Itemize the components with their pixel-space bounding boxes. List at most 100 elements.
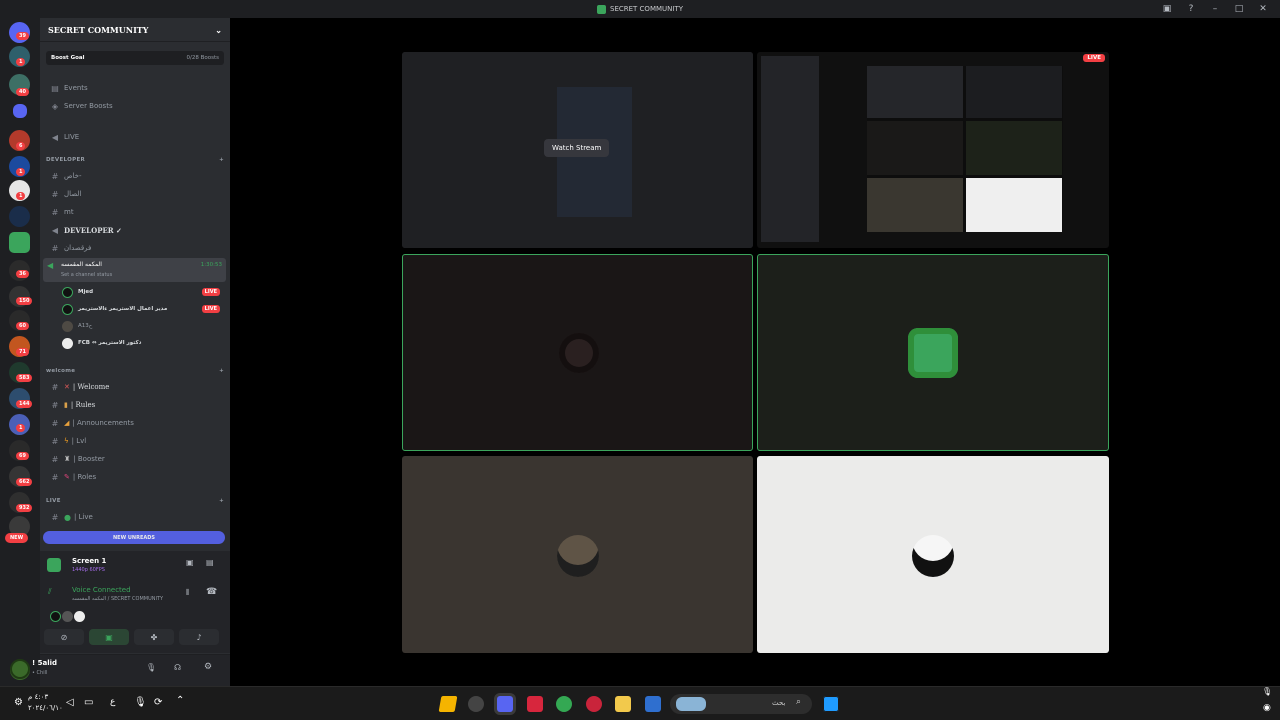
- scroll-icon: ▮: [64, 401, 68, 409]
- minimize-button[interactable]: –: [1208, 4, 1222, 14]
- microphone-icon[interactable]: 🎙: [146, 663, 156, 672]
- stream-thumb: [867, 121, 963, 175]
- channel-roles[interactable]: # ✎ | Roles: [46, 469, 224, 485]
- screen-share-button[interactable]: ▣: [89, 629, 129, 645]
- add-channel-icon[interactable]: +: [219, 368, 224, 374]
- disconnect-icon[interactable]: ☎: [206, 587, 217, 597]
- time-label[interactable]: ٤:٠٣ م: [28, 693, 48, 701]
- voice-connected-label[interactable]: Voice Connected: [72, 586, 131, 594]
- desktop-corner-icon[interactable]: ◉: [1263, 703, 1271, 713]
- voice-user[interactable]: مدير اعمال الاستريمر ءالاستريمر LIVE: [62, 302, 224, 316]
- channel-rules[interactable]: # ▮ | Rules: [46, 397, 224, 413]
- channel-dev-4[interactable]: # فرقصدان: [46, 240, 224, 256]
- pin-icon: ✎: [64, 473, 70, 481]
- chevron-down-icon: ⌄: [215, 24, 222, 35]
- chrome-icon[interactable]: [556, 696, 572, 712]
- events-item[interactable]: ▤ Events: [46, 80, 224, 96]
- user-avatar-circle[interactable]: [10, 659, 30, 679]
- stream-tile-preview[interactable]: Watch Stream: [402, 52, 753, 248]
- channel-booster[interactable]: # ♜ | Booster: [46, 451, 224, 467]
- voice-channel-status[interactable]: Set a channel status: [61, 272, 112, 278]
- headset-icon[interactable]: ☊: [174, 663, 181, 672]
- discord-app-icon[interactable]: [497, 696, 513, 712]
- app-icon[interactable]: [468, 696, 484, 712]
- participant-tile[interactable]: [402, 254, 753, 451]
- stream-tile-live[interactable]: LIVE: [757, 52, 1109, 248]
- watch-stream-button[interactable]: Watch Stream: [544, 139, 610, 157]
- settings-gear-icon[interactable]: ⚙: [204, 662, 212, 672]
- guild-icon[interactable]: [9, 206, 30, 227]
- language-indicator[interactable]: ع: [110, 697, 115, 707]
- notification-icon[interactable]: ⚙: [14, 697, 23, 708]
- windows-start-icon[interactable]: [823, 696, 839, 712]
- participant-avatar: [557, 535, 599, 577]
- search-input[interactable]: بحث ⌕: [670, 694, 812, 714]
- speaker-icon: ◀: [47, 261, 54, 270]
- voice-user[interactable]: FCB ⇔ دكتور الاستريمر: [62, 336, 224, 350]
- date-label[interactable]: ٢٠٢٤/٠٦/١٠: [28, 704, 63, 712]
- help-icon[interactable]: ?: [1184, 4, 1198, 14]
- channel-dev-1[interactable]: # خاص-: [46, 168, 224, 184]
- user-status: • Chill: [32, 670, 48, 676]
- hash-icon: #: [51, 382, 59, 392]
- network-icon[interactable]: ▭: [84, 697, 93, 708]
- channel-lvl[interactable]: # ϟ | Lvl: [46, 433, 224, 449]
- channel-announcements[interactable]: # ◢ | Announcements: [46, 415, 224, 431]
- popout-icon[interactable]: ▤: [206, 558, 214, 567]
- participant-tile[interactable]: [402, 456, 753, 653]
- channel-live[interactable]: ◀ LIVE: [46, 129, 224, 145]
- hash-icon: #: [51, 472, 59, 482]
- inbox-icon[interactable]: ▣: [1160, 4, 1174, 14]
- hash-icon: #: [51, 400, 59, 410]
- channel-dev-3[interactable]: # mt: [46, 204, 224, 220]
- new-badge[interactable]: NEW: [5, 533, 29, 543]
- username[interactable]: ! 5alid: [32, 659, 57, 667]
- stream-settings-icon[interactable]: ▣: [186, 558, 194, 567]
- boost-goal-label: Boost Goal: [51, 55, 85, 61]
- active-voice-channel[interactable]: ◀ المكمه المقمسه Set a channel status 1:…: [43, 258, 226, 282]
- maximize-button[interactable]: □: [1232, 4, 1246, 14]
- server-boosts-item[interactable]: ◈ Server Boosts: [46, 98, 224, 114]
- add-channel-icon[interactable]: +: [219, 498, 224, 504]
- activities-button[interactable]: ✤: [134, 629, 174, 645]
- category-welcome[interactable]: welcome +: [46, 368, 224, 374]
- voice-connection-path[interactable]: المكمه المقمسه / SECRET COMMUNITY: [72, 596, 163, 602]
- boost-goal-bar[interactable]: Boost Goal 0/28 Boosts: [46, 51, 224, 65]
- folder-icon[interactable]: [13, 104, 27, 118]
- close-button[interactable]: ✕: [1256, 4, 1270, 14]
- chevron-up-icon[interactable]: ⌃: [176, 695, 184, 706]
- noise-suppression-icon[interactable]: ⦀: [186, 588, 190, 598]
- boost-icon: ◈: [51, 101, 59, 111]
- app-icon[interactable]: [438, 696, 458, 712]
- avatar: [62, 320, 73, 332]
- server-header[interactable]: SECRET COMMUNITY ⌄: [40, 18, 230, 42]
- app-icon[interactable]: [527, 696, 543, 712]
- app-icon[interactable]: [645, 696, 661, 712]
- category-live[interactable]: LIVE +: [46, 498, 224, 504]
- category-developer[interactable]: DEVELOPER +: [46, 157, 224, 163]
- channel-live-text[interactable]: # ● | Live: [46, 509, 224, 525]
- soundboard-button[interactable]: ♪: [179, 629, 219, 645]
- calendar-icon: ▤: [51, 83, 59, 93]
- mic-tray-icon[interactable]: 🎙: [134, 697, 147, 708]
- new-unreads-bar[interactable]: NEW UNREADS: [43, 531, 225, 544]
- guild-badge: 144: [16, 400, 33, 408]
- avatar: [62, 337, 73, 349]
- voice-user[interactable]: Mjed LIVE: [62, 285, 224, 299]
- voice-user[interactable]: A13ح: [62, 319, 224, 333]
- channel-dev-voice[interactable]: ◀ DEVELOPER ✓: [46, 222, 224, 238]
- camera-off-button[interactable]: ⊘: [44, 629, 84, 645]
- file-explorer-icon[interactable]: [615, 696, 631, 712]
- channel-welcome[interactable]: # ✕ | Welcome: [46, 379, 224, 395]
- guild-icon[interactable]: [9, 232, 30, 253]
- megaphone-icon: ◢: [64, 419, 70, 427]
- live-badge: LIVE: [201, 305, 220, 313]
- app-icon[interactable]: [586, 696, 602, 712]
- participant-tile[interactable]: [757, 254, 1109, 451]
- mic-indicator-icon[interactable]: 🎙: [1262, 687, 1272, 696]
- participant-tile[interactable]: [757, 456, 1109, 653]
- add-channel-icon[interactable]: +: [219, 157, 224, 163]
- volume-icon[interactable]: ◁: [66, 697, 74, 708]
- sync-icon[interactable]: ⟳: [154, 697, 162, 708]
- channel-dev-2[interactable]: # الصال: [46, 186, 224, 202]
